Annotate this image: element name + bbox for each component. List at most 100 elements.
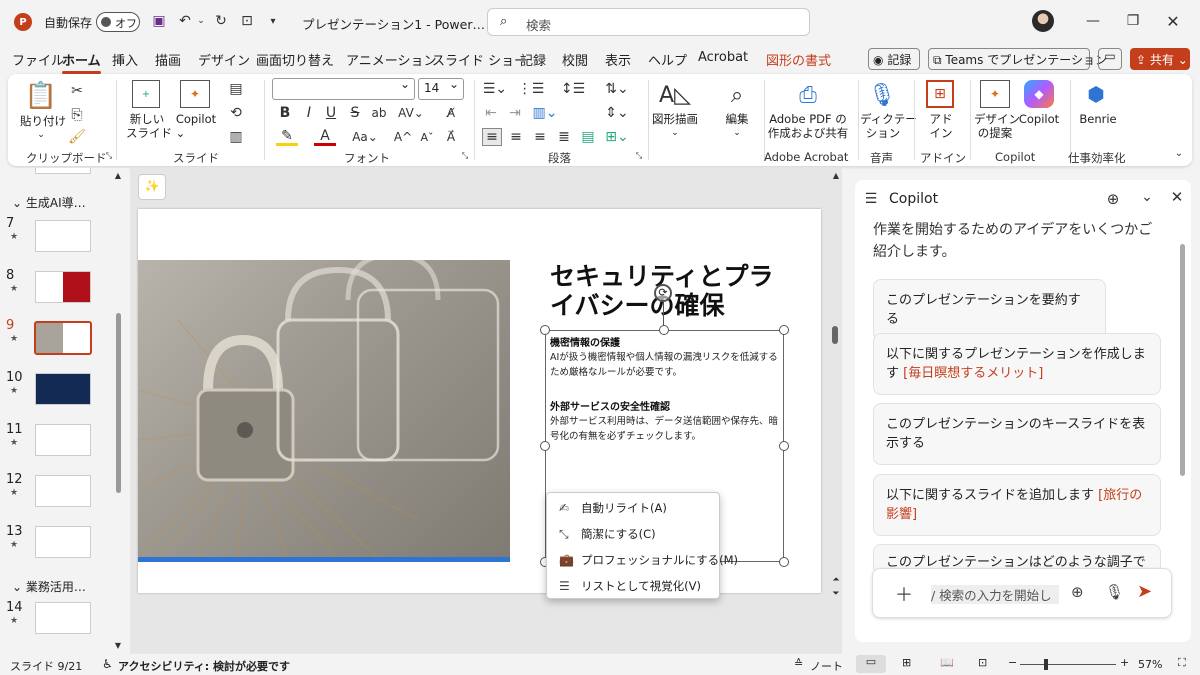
autosave-toggle[interactable]: オフ	[96, 12, 140, 32]
copilot-ribbon-icon[interactable]: ✦	[180, 80, 210, 108]
tab-view[interactable]: 表示	[605, 50, 631, 69]
font-size-combo[interactable]: 14	[418, 77, 464, 100]
shapes-dropdown-icon[interactable]: ⌄	[668, 126, 682, 140]
web-icon[interactable]: ⊕	[1071, 583, 1084, 601]
increase-indent-icon[interactable]: ⇥	[506, 104, 524, 122]
tab-draw[interactable]: 描画	[155, 50, 181, 69]
zoom-slider[interactable]	[1020, 659, 1116, 670]
addin-label[interactable]: アド イン	[926, 112, 956, 140]
new-slide-icon[interactable]: +	[132, 80, 160, 108]
paste-icon[interactable]: 📋	[25, 80, 57, 112]
copilot-scrollbar[interactable]	[1180, 244, 1185, 476]
share-button[interactable]: ⇪ 共有 ⌄	[1130, 48, 1190, 70]
menu-item-visualize-list[interactable]: ☰ リストとして視覚化(V)	[547, 573, 719, 599]
designer-button[interactable]: ✨	[138, 174, 166, 200]
redo-icon[interactable]: ↻	[212, 12, 230, 30]
tab-help[interactable]: ヘルプ	[648, 50, 687, 69]
adobe-pdf-label[interactable]: Adobe PDF の 作成および共有	[766, 112, 850, 140]
slide-counter[interactable]: スライド 9/21	[10, 658, 82, 674]
line-spacing-icon[interactable]: ↕☰	[560, 80, 586, 98]
tab-home[interactable]: ホーム	[62, 50, 101, 74]
suggestion-card[interactable]: このプレゼンテーションのキースライドを表示する	[873, 403, 1161, 465]
shapes-label[interactable]: 図形描画	[650, 112, 700, 126]
numbering-icon[interactable]: ⋮☰	[518, 80, 545, 98]
find-icon[interactable]: ⌕	[720, 80, 754, 110]
comments-button[interactable]: ▭	[1098, 48, 1122, 70]
canvas-scroll-up-icon[interactable]: ▲	[830, 170, 842, 180]
dictate-icon[interactable]: 🎙	[868, 80, 896, 110]
slide-thumbnail[interactable]	[35, 526, 91, 558]
suggestion-card[interactable]: このプレゼンテーションはどのような調子で	[873, 544, 1161, 570]
reset-icon[interactable]: ⟲	[226, 104, 246, 122]
align-right-icon[interactable]: ≡	[530, 128, 550, 146]
text-direction-icon[interactable]: ⇅⌄	[604, 80, 630, 98]
benrie-label[interactable]: Benrie	[1076, 112, 1120, 126]
copilot-logo-icon[interactable]: ◆	[1024, 80, 1054, 108]
copilot-input-box[interactable]: ＋ / 検索の入力を開始し ⊕ 🎙 ➤	[872, 568, 1172, 618]
bullets-icon[interactable]: ☰⌄	[482, 80, 508, 98]
cut-icon[interactable]: ✂	[68, 82, 86, 100]
next-slide-icon[interactable]: ⏷	[830, 588, 842, 600]
shapes-icon[interactable]: A◺	[658, 80, 692, 110]
resize-handle[interactable]	[540, 441, 550, 451]
bold-icon[interactable]: B	[276, 104, 294, 122]
section-header[interactable]: ⌄ 業務活用…	[12, 578, 86, 595]
underline-icon[interactable]: U	[322, 104, 340, 122]
tab-review[interactable]: 校閲	[562, 50, 588, 69]
add-attachment-icon[interactable]: ＋	[895, 581, 913, 607]
design-idea-icon[interactable]: ✦	[980, 80, 1010, 108]
italic-icon[interactable]: I	[300, 104, 318, 122]
paste-label[interactable]: 貼り付け	[20, 114, 66, 128]
tab-shape-format[interactable]: 図形の書式	[766, 50, 831, 69]
suggestion-card[interactable]: このプレゼンテーションを要約する	[873, 279, 1106, 341]
format-painter-icon[interactable]: 🖌	[68, 128, 86, 146]
mic-icon[interactable]: 🎙	[1105, 583, 1124, 601]
copilot-ribbon-label[interactable]: Copilot	[174, 112, 218, 126]
grow-font-icon[interactable]: A^	[394, 128, 412, 146]
align-center-icon[interactable]: ≡	[506, 128, 526, 146]
clipboard-launcher-icon[interactable]: ⤡	[104, 150, 114, 162]
decrease-indent-icon[interactable]: ⇤	[482, 104, 500, 122]
copy-icon[interactable]: ⎘	[68, 106, 86, 124]
addin-icon[interactable]: ⊞	[926, 80, 954, 108]
slide-thumbnail[interactable]	[35, 424, 91, 456]
benrie-icon[interactable]: ⬢	[1084, 82, 1108, 106]
avatar[interactable]	[1032, 10, 1054, 32]
fit-slide-icon[interactable]: ⛶	[1178, 656, 1186, 670]
align-left-icon[interactable]: ≡	[482, 128, 502, 146]
tab-animations[interactable]: アニメーション	[346, 50, 436, 69]
suggestion-card[interactable]: 以下に関するプレゼンテーションを作成します [毎日瞑想するメリット]	[873, 333, 1161, 395]
resize-handle[interactable]	[540, 325, 550, 335]
shadow-text-icon[interactable]: ab	[370, 104, 388, 122]
scroll-up-icon[interactable]: ▲	[112, 170, 124, 180]
suggestion-card[interactable]: 以下に関するスライドを追加します [旅行の影響]	[873, 474, 1161, 536]
send-icon[interactable]: ➤	[1137, 581, 1152, 602]
zoom-level[interactable]: 57%	[1138, 658, 1162, 671]
thumb-partial[interactable]	[35, 168, 91, 174]
clear-format-icon[interactable]: A̸	[442, 104, 460, 122]
change-case-icon[interactable]: Aa⌄	[352, 128, 378, 146]
tab-insert[interactable]: 挿入	[112, 50, 138, 69]
smartart-icon[interactable]: ⊞⌄	[604, 128, 630, 146]
canvas-scrollbar[interactable]	[832, 326, 838, 344]
customize-qat-icon[interactable]: ▾	[266, 12, 280, 30]
font-launcher-icon[interactable]: ⤡	[460, 150, 470, 162]
tab-acrobat[interactable]: Acrobat	[698, 50, 748, 65]
paste-dropdown-icon[interactable]: ⌄	[34, 128, 48, 142]
record-button[interactable]: ◉ 記録	[868, 48, 920, 70]
slide-photo[interactable]	[138, 260, 510, 558]
text-effects-icon[interactable]: A⃗	[442, 128, 460, 146]
copilot-menu-icon[interactable]: ☰	[862, 190, 880, 208]
prev-slide-icon[interactable]: ⏶	[830, 574, 842, 586]
paragraph-launcher-icon[interactable]: ⤡	[634, 150, 644, 162]
columns-icon[interactable]: ▥⌄	[532, 104, 558, 122]
new-chat-icon[interactable]: ⊕	[1104, 190, 1122, 208]
strikethrough-icon[interactable]: S	[346, 104, 364, 122]
teams-present-button[interactable]: ⧉ Teams でプレゼンテーション	[928, 48, 1107, 70]
font-name-combo[interactable]	[272, 77, 415, 100]
slide-sorter-icon[interactable]: ⊞	[902, 656, 911, 669]
copilot2-label[interactable]: Copilot	[1018, 112, 1060, 126]
resize-handle[interactable]	[779, 557, 789, 567]
slide-thumbnail[interactable]	[35, 271, 91, 303]
copilot-close-icon[interactable]: ✕	[1168, 188, 1186, 206]
